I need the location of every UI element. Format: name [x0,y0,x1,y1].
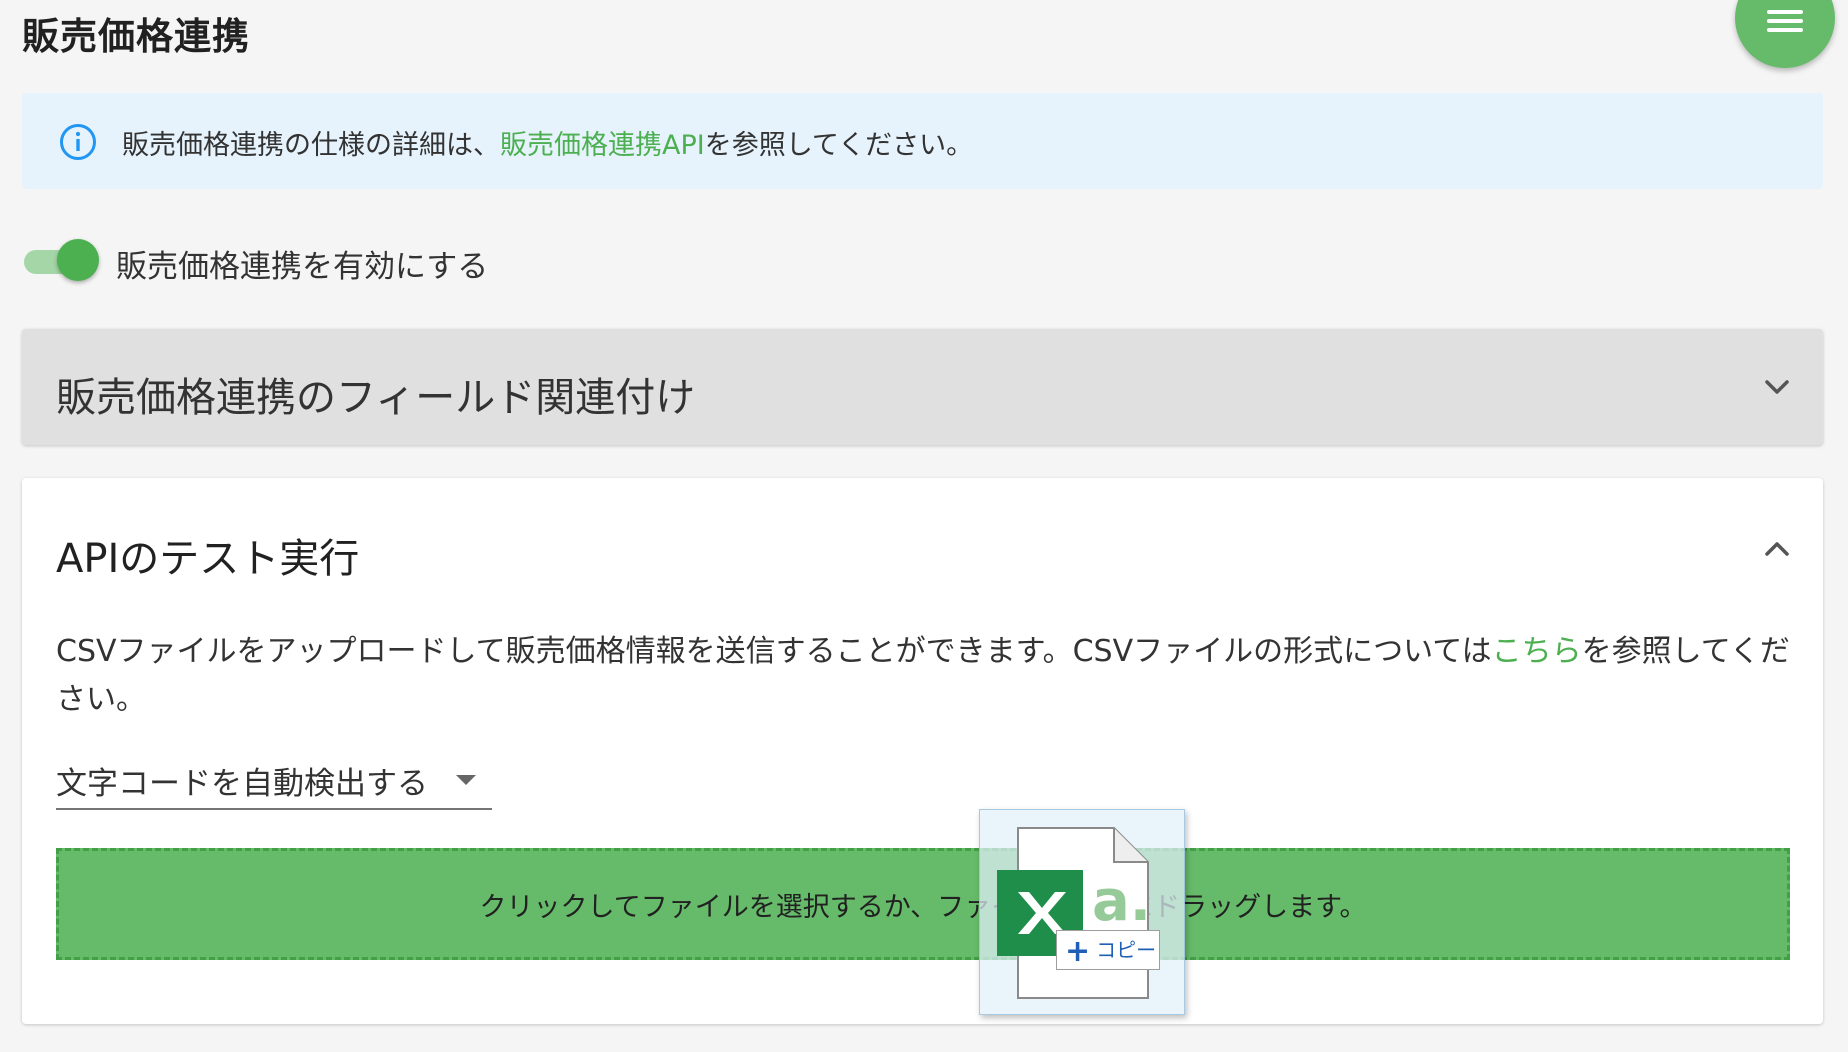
enable-toggle[interactable] [24,238,100,282]
info-message: 販売価格連携の仕様の詳細は、販売価格連携APIを参照してください。 [122,123,973,162]
hamburger-icon-line [1767,19,1803,23]
chevron-down-icon [1765,380,1789,394]
excel-file-icon: a. [997,827,1151,999]
field-mapping-panel-title: 販売価格連携のフィールド関連付け [56,375,696,421]
copy-badge: + コピー [1056,930,1160,970]
csv-format-link[interactable]: こちら [1492,634,1582,669]
info-icon [60,124,96,160]
info-text-after: を参照してください。 [704,130,974,161]
dropdown-caret-icon [456,775,476,785]
description-text-before: CSVファイルをアップロードして販売価格情報を送信することができます。CSVファ… [56,634,1492,669]
file-dropzone[interactable]: クリックしてファイルを選択するか、ファイルをここにドラッグします。 [56,848,1790,960]
svg-text:a.: a. [1092,869,1151,934]
page-title: 販売価格連携 [22,15,250,58]
api-test-panel: APIのテスト実行 CSVファイルをアップロードして販売価格情報を送信することが… [22,478,1823,1024]
api-test-description: CSVファイルをアップロードして販売価格情報を送信することができます。CSVファ… [56,628,1796,724]
dropzone-text: クリックしてファイルを選択するか、ファイルをここにドラッグします。 [479,892,1367,923]
encoding-select[interactable]: 文字コードを自動検出する [56,758,492,810]
info-alert: 販売価格連携の仕様の詳細は、販売価格連携APIを参照してください。 [22,93,1823,189]
api-doc-link[interactable]: 販売価格連携API [500,130,705,161]
toggle-thumb [57,239,99,281]
info-text-before: 販売価格連携の仕様の詳細は、 [122,130,500,161]
copy-badge-label: コピー [1096,938,1157,962]
drag-file-ghost: a. + コピー [979,809,1185,1015]
page: 販売価格連携 販売価格連携の仕様の詳細は、販売価格連携APIを参照してください。… [0,0,1848,1052]
plus-icon: + [1065,933,1091,969]
hamburger-icon-line [1767,28,1803,32]
hamburger-icon-line [1767,10,1803,14]
field-mapping-panel-header[interactable]: 販売価格連携のフィールド関連付け [22,329,1823,445]
menu-button[interactable] [1735,0,1835,68]
api-test-panel-title[interactable]: APIのテスト実行 [56,526,359,584]
toggle-label: 販売価格連携を有効にする [116,249,489,285]
chevron-up-icon[interactable] [1762,534,1792,564]
encoding-select-value: 文字コードを自動検出する [56,766,428,802]
